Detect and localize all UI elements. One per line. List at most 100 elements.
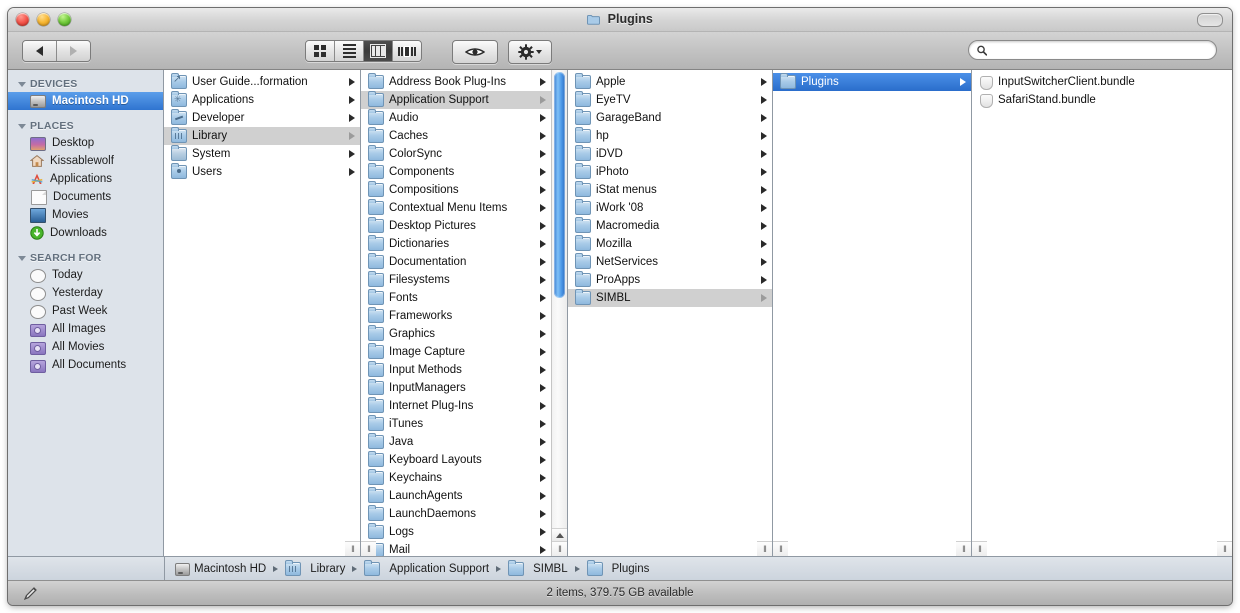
column-5-resize-grip[interactable]: ‖: [1217, 541, 1232, 556]
breadcrumb-item-simbl[interactable]: SIMBL: [506, 559, 570, 576]
list-item[interactable]: Internet Plug-Ins: [361, 397, 551, 415]
list-item[interactable]: EyeTV: [568, 91, 772, 109]
sidebar-section-devices[interactable]: DEVICES: [8, 76, 163, 92]
list-item[interactable]: Macromedia: [568, 217, 772, 235]
list-item[interactable]: hp: [568, 127, 772, 145]
list-item[interactable]: iWork '08: [568, 199, 772, 217]
sidebar-item-all-movies[interactable]: All Movies: [8, 338, 163, 356]
list-item[interactable]: Image Capture: [361, 343, 551, 361]
sidebar-item-applications[interactable]: Applications: [8, 170, 163, 188]
list-item-inputswitcherclient[interactable]: InputSwitcherClient.bundle: [972, 73, 1232, 91]
scrollbar-track[interactable]: [552, 70, 567, 528]
list-item[interactable]: ProApps: [568, 271, 772, 289]
list-item[interactable]: Users: [164, 163, 360, 181]
list-item[interactable]: Logs: [361, 523, 551, 541]
column-2-resize-grip-right[interactable]: ‖: [552, 541, 567, 556]
quick-look-button[interactable]: [452, 40, 498, 64]
list-item-simbl[interactable]: SIMBL: [568, 289, 772, 307]
breadcrumb-item-macintosh-hd[interactable]: Macintosh HD: [173, 562, 268, 576]
list-item[interactable]: Keyboard Layouts: [361, 451, 551, 469]
list-item[interactable]: ColorSync: [361, 145, 551, 163]
list-item[interactable]: Dictionaries: [361, 235, 551, 253]
list-item[interactable]: LaunchAgents: [361, 487, 551, 505]
list-item[interactable]: iStat menus: [568, 181, 772, 199]
sidebar-item-kissablewolf[interactable]: Kissablewolf: [8, 152, 163, 170]
column-3-resize-grip[interactable]: ‖: [757, 541, 772, 556]
sidebar-item-macintosh-hd[interactable]: Macintosh HD: [8, 92, 163, 110]
list-item[interactable]: Graphics: [361, 325, 551, 343]
sidebar-item-downloads[interactable]: Downloads: [8, 224, 163, 242]
minimize-button[interactable]: [37, 13, 50, 26]
sidebar-item-past-week[interactable]: Past Week: [8, 302, 163, 320]
list-item[interactable]: User Guide...formation: [164, 73, 360, 91]
list-item[interactable]: Address Book Plug-Ins: [361, 73, 551, 91]
view-list-button[interactable]: [334, 41, 363, 61]
window-titlebar[interactable]: Plugins: [8, 8, 1232, 32]
list-item[interactable]: iPhoto: [568, 163, 772, 181]
list-item-application-support[interactable]: Application Support: [361, 91, 551, 109]
list-item[interactable]: Contextual Menu Items: [361, 199, 551, 217]
list-item[interactable]: Caches: [361, 127, 551, 145]
list-item[interactable]: Desktop Pictures: [361, 217, 551, 235]
view-column-button[interactable]: [363, 41, 392, 61]
disclosure-triangle-icon[interactable]: [18, 255, 26, 261]
list-item-library[interactable]: Library: [164, 127, 360, 145]
list-item[interactable]: LaunchDaemons: [361, 505, 551, 523]
view-icon-button[interactable]: [306, 41, 334, 61]
list-item[interactable]: Filesystems: [361, 271, 551, 289]
sidebar-section-places[interactable]: PLACES: [8, 118, 163, 134]
list-item[interactable]: Audio: [361, 109, 551, 127]
sidebar-item-all-images[interactable]: All Images: [8, 320, 163, 338]
breadcrumb-item-application-support[interactable]: Application Support: [362, 559, 491, 576]
disclosure-triangle-icon[interactable]: [18, 81, 26, 87]
list-item[interactable]: Components: [361, 163, 551, 181]
list-item[interactable]: GarageBand: [568, 109, 772, 127]
back-button[interactable]: [23, 41, 56, 61]
column-4-resize-grip-left[interactable]: ‖: [773, 541, 788, 556]
sidebar-item-documents[interactable]: Documents: [8, 188, 163, 206]
list-item[interactable]: NetServices: [568, 253, 772, 271]
list-item[interactable]: Compositions: [361, 181, 551, 199]
sidebar-item-movies[interactable]: Movies: [8, 206, 163, 224]
list-item[interactable]: iTunes: [361, 415, 551, 433]
list-item[interactable]: Documentation: [361, 253, 551, 271]
forward-button[interactable]: [56, 41, 90, 61]
list-item[interactable]: iDVD: [568, 145, 772, 163]
list-item[interactable]: Java: [361, 433, 551, 451]
scrollbar-thumb[interactable]: [554, 72, 565, 298]
list-item[interactable]: Keychains: [361, 469, 551, 487]
action-menu-button[interactable]: [508, 40, 552, 64]
list-item[interactable]: Apple: [568, 73, 772, 91]
list-item-plugins[interactable]: Plugins: [773, 73, 971, 91]
sidebar-section-search-for[interactable]: SEARCH FOR: [8, 250, 163, 266]
list-item[interactable]: Input Methods: [361, 361, 551, 379]
list-item[interactable]: Mail: [361, 541, 551, 556]
toolbar-toggle-button[interactable]: [1197, 13, 1223, 27]
column-2-scrollbar[interactable]: [551, 70, 567, 556]
close-button[interactable]: [16, 13, 29, 26]
column-2-resize-grip[interactable]: ‖: [361, 541, 376, 556]
sidebar-item-desktop[interactable]: Desktop: [8, 134, 163, 152]
list-item[interactable]: Mozilla: [568, 235, 772, 253]
disclosure-triangle-icon[interactable]: [18, 123, 26, 129]
breadcrumb-item-library[interactable]: Library: [283, 559, 347, 576]
breadcrumb-item-plugins[interactable]: Plugins: [585, 559, 652, 576]
list-item[interactable]: Applications: [164, 91, 360, 109]
column-5-resize-grip-left[interactable]: ‖: [972, 541, 987, 556]
list-item[interactable]: Frameworks: [361, 307, 551, 325]
zoom-button[interactable]: [58, 13, 71, 26]
list-item[interactable]: System: [164, 145, 360, 163]
list-item[interactable]: Developer: [164, 109, 360, 127]
list-item[interactable]: InputManagers: [361, 379, 551, 397]
column-4-resize-grip[interactable]: ‖: [956, 541, 971, 556]
sidebar-item-all-documents[interactable]: All Documents: [8, 356, 163, 374]
column-1-resize-grip[interactable]: ‖: [345, 541, 360, 556]
search-input[interactable]: [992, 43, 1208, 57]
scroll-up-button[interactable]: [552, 528, 567, 542]
list-item[interactable]: Fonts: [361, 289, 551, 307]
list-item-safaristand[interactable]: SafariStand.bundle: [972, 91, 1232, 109]
sidebar-item-yesterday[interactable]: Yesterday: [8, 284, 163, 302]
view-coverflow-button[interactable]: [392, 41, 421, 61]
search-field[interactable]: [968, 40, 1217, 60]
sidebar-item-today[interactable]: Today: [8, 266, 163, 284]
